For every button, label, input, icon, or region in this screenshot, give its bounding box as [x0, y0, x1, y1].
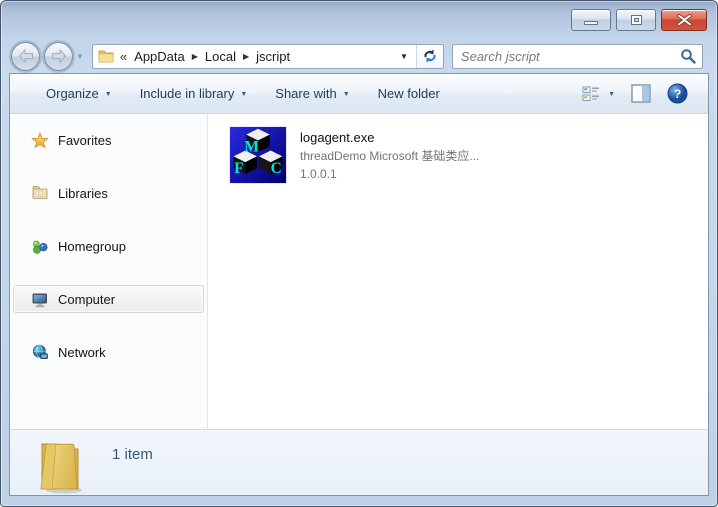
- minimize-button[interactable]: [571, 9, 611, 31]
- chevron-down-icon: ▼: [240, 91, 248, 98]
- svg-text:M: M: [244, 138, 259, 155]
- star-icon: [31, 131, 49, 148]
- toolbar-right-controls: ▼ ?: [582, 83, 696, 104]
- breadcrumb: « AppData ▶ Local ▶ jscript: [120, 49, 392, 64]
- history-buttons: ▼: [11, 41, 84, 71]
- explorer-window: ▼ « AppData ▶ Local ▶ jscript ▼ Search j…: [0, 0, 718, 507]
- file-details: logagent.exe threadDemo Microsoft 基础类应..…: [300, 126, 479, 183]
- svg-text:?: ?: [674, 87, 681, 101]
- breadcrumb-segment-local[interactable]: Local: [205, 49, 236, 64]
- breadcrumb-separator-icon[interactable]: ▶: [192, 52, 198, 61]
- libraries-icon: [32, 186, 48, 199]
- maximize-button[interactable]: [616, 9, 656, 31]
- preview-pane-icon: [631, 84, 651, 103]
- homegroup-icon: [33, 240, 48, 254]
- window-controls: [571, 9, 707, 31]
- forward-arrow-icon: [51, 49, 66, 63]
- sidebar-label-homegroup: Homegroup: [58, 238, 126, 254]
- search-box: [451, 43, 703, 69]
- back-button[interactable]: [11, 41, 40, 71]
- organize-label: Organize: [46, 86, 99, 101]
- include-in-library-button[interactable]: Include in library ▼: [126, 80, 262, 107]
- network-icon: [32, 344, 48, 359]
- file-description: threadDemo Microsoft 基础类应...: [300, 149, 480, 163]
- svg-text:C: C: [271, 160, 282, 177]
- sidebar-label-favorites: Favorites: [58, 132, 112, 148]
- command-toolbar: Organize ▼ Include in library ▼ Share wi…: [10, 74, 708, 114]
- main-area: Favorites Libraries Homegroup Computer N…: [10, 114, 708, 429]
- status-bar: 1 item: [10, 429, 708, 495]
- breadcrumb-segment-jscript[interactable]: jscript: [256, 49, 290, 64]
- close-icon: [676, 14, 692, 26]
- forward-button[interactable]: [44, 41, 73, 71]
- navigation-bar: ▼ « AppData ▶ Local ▶ jscript ▼: [1, 39, 717, 73]
- breadcrumb-segment-appdata[interactable]: AppData: [134, 49, 185, 64]
- svg-text:F: F: [234, 160, 243, 177]
- back-arrow-icon: [18, 49, 33, 63]
- change-view-icon: [582, 86, 600, 101]
- sidebar-item-network[interactable]: Network: [13, 338, 204, 366]
- folder-icon: [98, 50, 114, 63]
- refresh-icon: [424, 49, 436, 63]
- help-icon: ?: [667, 83, 688, 104]
- titlebar[interactable]: [1, 1, 717, 39]
- address-dropdown-button[interactable]: ▼: [392, 45, 416, 68]
- client-area: Organize ▼ Include in library ▼ Share wi…: [9, 73, 709, 496]
- breadcrumb-overflow-button[interactable]: «: [120, 49, 127, 64]
- item-count-label: 1 item: [112, 446, 153, 463]
- file-name: logagent.exe: [300, 130, 375, 145]
- file-version: 1.0.0.1: [300, 167, 337, 181]
- big-folder-icon: [40, 443, 82, 494]
- mfc-application-icon: M F C: [229, 126, 287, 184]
- new-folder-button[interactable]: New folder: [364, 80, 454, 107]
- change-view-button[interactable]: ▼: [582, 85, 615, 103]
- share-with-button[interactable]: Share with ▼: [261, 80, 363, 107]
- chevron-down-icon: ▼: [104, 91, 112, 98]
- include-in-library-label: Include in library: [139, 86, 235, 101]
- sidebar-label-libraries: Libraries: [58, 185, 108, 201]
- close-button[interactable]: [661, 9, 707, 31]
- address-bar[interactable]: « AppData ▶ Local ▶ jscript ▼: [91, 43, 444, 69]
- file-item-logagent[interactable]: M F C logagent.exe threadDemo Microsoft …: [229, 126, 479, 184]
- search-input[interactable]: [460, 48, 680, 64]
- chevron-down-icon: ▼: [342, 91, 350, 98]
- new-folder-label: New folder: [377, 86, 440, 101]
- sidebar-item-favorites[interactable]: Favorites: [13, 126, 204, 154]
- maximize-icon: [630, 15, 642, 25]
- breadcrumb-separator-icon[interactable]: ▶: [243, 52, 249, 61]
- share-with-label: Share with: [275, 86, 337, 101]
- recent-pages-dropdown[interactable]: ▼: [76, 52, 84, 61]
- navigation-pane: Favorites Libraries Homegroup Computer N…: [10, 114, 207, 429]
- organize-button[interactable]: Organize ▼: [32, 80, 126, 107]
- computer-icon: [32, 293, 48, 307]
- preview-pane-button[interactable]: [631, 84, 651, 103]
- chevron-down-icon: ▼: [608, 91, 615, 98]
- search-icon[interactable]: [680, 48, 696, 64]
- sidebar-label-computer: Computer: [58, 291, 116, 307]
- sidebar-item-computer[interactable]: Computer: [13, 285, 204, 313]
- sidebar-item-homegroup[interactable]: Homegroup: [13, 232, 204, 260]
- sidebar-label-network: Network: [58, 344, 106, 360]
- sidebar-item-libraries[interactable]: Libraries: [13, 179, 204, 207]
- refresh-button[interactable]: [415, 44, 443, 68]
- help-button[interactable]: ?: [667, 83, 688, 104]
- file-list: M F C logagent.exe threadDemo Microsoft …: [208, 114, 708, 429]
- minimize-icon: [584, 21, 598, 25]
